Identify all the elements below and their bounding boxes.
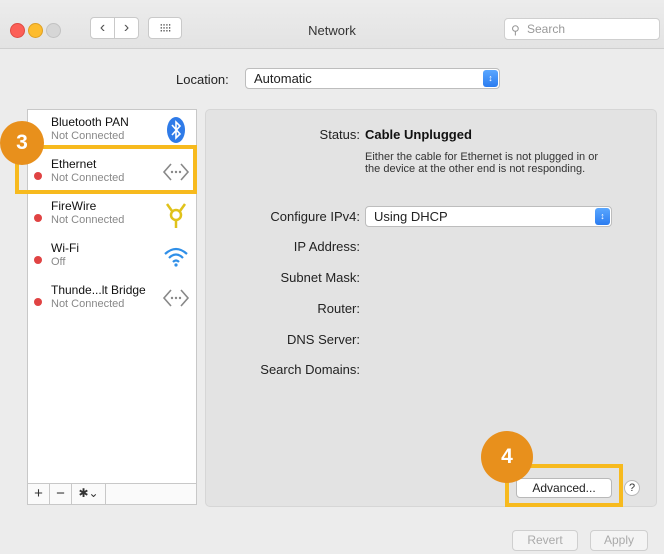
- status-description: Either the cable for Ethernet is not plu…: [365, 151, 598, 175]
- service-item-thunderbolt-bridge[interactable]: Thunde...lt Bridge Not Connected: [28, 278, 196, 320]
- search-placeholder: Search: [527, 22, 566, 36]
- add-service-button[interactable]: +: [28, 484, 50, 504]
- location-select[interactable]: Automatic ↕: [245, 68, 500, 89]
- status-label: Status:: [319, 127, 360, 142]
- service-status: Off: [51, 256, 66, 268]
- revert-button[interactable]: Revert: [512, 530, 578, 551]
- service-name: Thunde...lt Bridge: [51, 283, 146, 297]
- service-item-firewire[interactable]: FireWire Not Connected: [28, 194, 196, 236]
- service-name: Wi-Fi: [51, 241, 79, 255]
- router-label: Router:: [317, 301, 360, 316]
- dns-server-label: DNS Server:: [287, 332, 360, 347]
- status-dot: [34, 298, 42, 306]
- service-status: Not Connected: [51, 298, 125, 310]
- search-field[interactable]: ⚲ Search: [504, 18, 660, 40]
- status-value: Cable Unplugged: [365, 127, 472, 142]
- location-stepper-icon: ↕: [483, 70, 498, 87]
- status-dot: [34, 256, 42, 264]
- title-bar: ‹ › ⁝⁝⁝⁝ Network ⚲ Search: [0, 0, 664, 49]
- location-label: Location:: [176, 72, 229, 87]
- step-3-badge: 3: [0, 121, 44, 165]
- search-icon: ⚲: [511, 23, 520, 37]
- wifi-icon: [162, 241, 190, 271]
- configure-ipv4-label: Configure IPv4:: [270, 209, 360, 224]
- network-preferences-window: ‹ › ⁝⁝⁝⁝ Network ⚲ Search Location: Auto…: [0, 0, 664, 554]
- configure-ipv4-select[interactable]: Using DHCP ↕: [365, 206, 612, 227]
- service-name: FireWire: [51, 199, 97, 213]
- bluetooth-icon: [162, 115, 190, 145]
- detail-panel: Status: Cable Unplugged Either the cable…: [205, 109, 657, 507]
- subnet-mask-label: Subnet Mask:: [280, 270, 361, 285]
- apply-button[interactable]: Apply: [590, 530, 648, 551]
- thunderbolt-bridge-icon: [162, 283, 190, 313]
- service-status: Not Connected: [51, 214, 125, 226]
- service-list-toolbar: + − ✱⌄: [27, 484, 197, 505]
- ethernet-highlight-box: [15, 145, 197, 194]
- remove-service-button[interactable]: −: [50, 484, 72, 504]
- service-item-wifi[interactable]: Wi-Fi Off: [28, 236, 196, 278]
- step-4-badge: 4: [481, 431, 533, 483]
- search-domains-label: Search Domains:: [260, 362, 360, 377]
- gear-menu-button[interactable]: ✱⌄: [72, 484, 106, 504]
- service-name: Bluetooth PAN: [51, 115, 129, 129]
- configure-stepper-icon: ↕: [595, 208, 610, 225]
- status-dot: [34, 214, 42, 222]
- firewire-icon: [162, 199, 190, 229]
- help-button[interactable]: ?: [624, 480, 640, 496]
- location-value: Automatic: [254, 71, 312, 86]
- ip-address-label: IP Address:: [293, 239, 360, 254]
- service-status: Not Connected: [51, 130, 125, 142]
- configure-ipv4-value: Using DHCP: [374, 209, 448, 224]
